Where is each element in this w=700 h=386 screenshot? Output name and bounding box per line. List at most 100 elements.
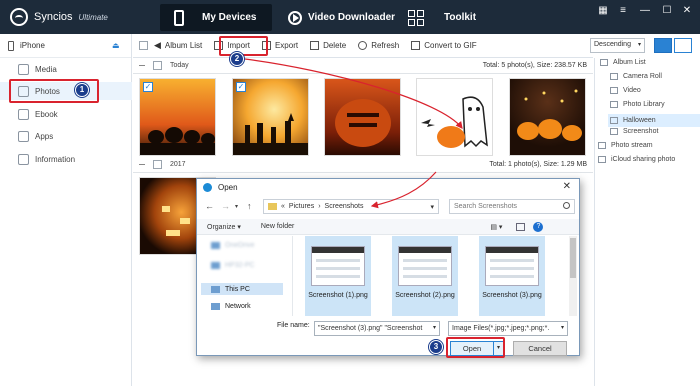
select-all-checkbox[interactable] <box>139 41 148 50</box>
nav-item-this-pc[interactable]: This PC <box>201 283 283 295</box>
file-name-input[interactable]: "Screenshot (3).png" "Screenshot <box>314 321 440 336</box>
path-overflow[interactable]: « <box>281 203 285 210</box>
album-list-button[interactable]: ◀ Album List <box>154 40 202 51</box>
group-checkbox[interactable] <box>153 160 162 169</box>
album-item-label: Screenshot <box>623 128 659 135</box>
cancel-button[interactable]: Cancel <box>513 341 567 356</box>
tab-my-devices[interactable]: My Devices <box>160 4 272 31</box>
search-input[interactable]: Search Screenshots <box>449 199 575 214</box>
album-item-halloween[interactable]: Halloween <box>608 114 700 127</box>
file-name-dropdown-icon[interactable]: ▾ <box>433 324 436 331</box>
path-dropdown-icon[interactable]: ▾ <box>430 203 434 211</box>
preview-pane-icon[interactable] <box>516 222 526 231</box>
new-folder-button[interactable]: New folder <box>261 223 294 230</box>
album-item-screenshot[interactable]: Screenshot <box>610 128 658 135</box>
icloud-sharing-item[interactable]: iCloud sharing photo <box>598 156 675 163</box>
forward-icon[interactable]: → <box>221 201 230 211</box>
eject-icon[interactable]: ⏏ <box>112 41 120 50</box>
album-item-photo-library[interactable]: Photo Library <box>610 101 665 108</box>
syncios-logo-icon <box>10 8 28 26</box>
file-item[interactable]: Screenshot (2).png <box>392 236 458 316</box>
up-icon[interactable]: ↑ <box>247 201 252 211</box>
back-arrow-icon: ◀ <box>154 40 161 50</box>
file-grid: Screenshot (1).png Screenshot (2).png Sc… <box>295 236 571 316</box>
sidebar-item-ebook[interactable]: Ebook <box>0 105 132 123</box>
nav-item-network[interactable]: Network <box>211 303 251 310</box>
photo-thumbnail[interactable]: ✓ <box>139 78 216 156</box>
close-button[interactable]: ✕ <box>680 5 694 16</box>
group-checkbox[interactable] <box>153 61 162 70</box>
view-options-icon[interactable]: ▤ ▾ <box>490 223 502 231</box>
path-segment[interactable]: Screenshots <box>325 203 364 210</box>
photo-stream-label: Photo stream <box>611 142 653 149</box>
collapse-icon[interactable] <box>139 65 145 66</box>
dialog-nav-pane: OneDrive HP32-PC This PC Network <box>197 236 293 316</box>
photo-thumbnail[interactable] <box>509 78 586 156</box>
album-item-label: Video <box>623 87 641 94</box>
device-name: iPhone <box>20 41 45 50</box>
file-type-dropdown-icon[interactable]: ▾ <box>561 324 564 331</box>
album-item-video[interactable]: Video <box>610 87 641 94</box>
device-selector[interactable]: iPhone ⏏ <box>0 34 131 58</box>
maximize-button[interactable]: ☐ <box>660 5 674 16</box>
app-logo: Syncios Ultimate <box>10 8 108 26</box>
screenshot-thumbnail-icon <box>398 246 452 286</box>
album-list-label: Album List <box>164 41 203 50</box>
list-view-button[interactable] <box>674 38 692 53</box>
sidebar-item-information[interactable]: Information <box>0 150 132 168</box>
menu-icon[interactable]: ≡ <box>616 5 630 16</box>
album-item-camera-roll[interactable]: Camera Roll <box>610 73 662 80</box>
export-label: Export <box>274 41 299 50</box>
nav-item-label: HP32-PC <box>225 262 255 269</box>
photo-thumbnail[interactable] <box>324 78 401 156</box>
file-type-select[interactable]: Image Files(*.jpg;*.jpeg;*.png;*. <box>448 321 568 336</box>
search-icon <box>563 202 570 209</box>
refresh-icon <box>358 41 368 50</box>
sidebar-item-media[interactable]: Media <box>0 60 132 78</box>
collapse-icon[interactable] <box>139 164 145 165</box>
photo-checkbox[interactable]: ✓ <box>236 82 246 92</box>
tab-toolkit[interactable]: Toolkit <box>408 4 476 31</box>
open-dialog: Open ✕ ← → ▾ ↑ « Pictures › Screenshots … <box>196 178 580 356</box>
photo-checkbox[interactable]: ✓ <box>143 82 153 92</box>
minimize-button[interactable]: — <box>638 5 652 16</box>
feedback-icon[interactable]: ▦ <box>596 5 610 16</box>
library-icon <box>610 101 618 108</box>
cancel-label: Cancel <box>528 344 552 353</box>
import-highlight <box>219 36 268 56</box>
dialog-close-button[interactable]: ✕ <box>563 181 571 192</box>
nav-item-pc-user[interactable]: HP32-PC <box>211 262 255 269</box>
group-header-2017: 2017 Total: 1 photo(s), Size: 1.29 MB <box>133 157 593 173</box>
delete-button[interactable]: Delete <box>310 41 346 50</box>
file-scrollbar[interactable] <box>569 236 577 316</box>
scrollbar-thumb[interactable] <box>570 238 576 278</box>
organize-menu[interactable]: Organize ▾ <box>207 223 241 231</box>
refresh-button[interactable]: Refresh <box>358 41 399 50</box>
video-icon <box>610 87 618 94</box>
sidebar-item-apps[interactable]: Apps <box>0 127 132 145</box>
path-breadcrumb[interactable]: « Pictures › Screenshots ▾ <box>263 199 439 214</box>
album-list-header[interactable]: Album List <box>600 59 646 66</box>
file-name-value: "Screenshot (3).png" "Screenshot <box>318 325 423 332</box>
file-item[interactable]: Screenshot (3).png <box>479 236 545 316</box>
convert-gif-button[interactable]: Convert to GIF <box>411 41 477 50</box>
photo-stream-item[interactable]: Photo stream <box>598 142 653 149</box>
photo-thumbnail[interactable]: ✓ <box>232 78 309 156</box>
recent-chevron-icon[interactable]: ▾ <box>235 203 238 210</box>
chevron-down-icon: ▾ <box>637 42 641 48</box>
path-segment[interactable]: Pictures <box>289 203 314 210</box>
grid-view-button[interactable] <box>654 38 672 53</box>
nav-item-label: Network <box>225 303 251 310</box>
file-item[interactable]: Screenshot (1).png <box>305 236 371 316</box>
screenshot-thumbnail-icon <box>311 246 365 286</box>
help-icon[interactable]: ? <box>533 221 544 232</box>
sort-select[interactable]: Descending ▾ <box>590 38 645 53</box>
tab-my-devices-label: My Devices <box>202 12 257 23</box>
group-label: Today <box>170 62 189 69</box>
app-edition: Ultimate <box>78 12 108 22</box>
file-name: Screenshot (1).png <box>308 292 368 299</box>
tab-video-downloader[interactable]: Video Downloader <box>288 4 395 31</box>
nav-item-onedrive[interactable]: OneDrive <box>211 242 255 249</box>
back-icon[interactable]: ← <box>205 201 214 211</box>
photo-thumbnail[interactable] <box>416 78 493 156</box>
